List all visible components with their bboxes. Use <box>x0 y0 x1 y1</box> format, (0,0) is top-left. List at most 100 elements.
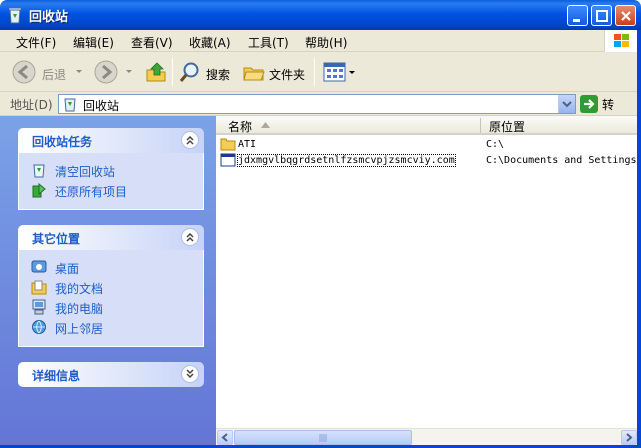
go-button[interactable]: 转到 <box>580 95 614 129</box>
file-original-location: C:\ <box>486 139 505 150</box>
grip-icon <box>319 434 327 442</box>
restore-icon <box>32 182 46 198</box>
window-title: 回收站 <box>29 10 69 25</box>
empty-recycle-bin-link[interactable]: 清空回收站 <box>31 162 191 180</box>
desktop-icon <box>31 260 47 273</box>
maximize-icon <box>596 10 608 22</box>
column-divider[interactable] <box>480 118 481 133</box>
place-label: 我的文档 <box>55 282 104 296</box>
toolbar-separator <box>314 58 315 86</box>
scroll-thumb[interactable] <box>234 430 412 445</box>
place-network-link[interactable]: 网上邻居 <box>31 319 171 337</box>
recycle-bin-tasks-header[interactable]: 回收站任务 <box>18 128 204 153</box>
details-header[interactable]: 详细信息 <box>18 362 204 387</box>
scroll-left-button[interactable] <box>217 430 233 445</box>
chevron-down-icon <box>186 369 194 379</box>
up-folder-icon <box>146 62 166 82</box>
computer-icon <box>32 299 46 315</box>
up-folder-button[interactable] <box>144 60 170 86</box>
recycle-bin-icon <box>64 98 76 112</box>
list-item[interactable]: jdxmgvlbqgrdsetnlfzsmcvpjzsmcviy.com C:\… <box>220 153 640 169</box>
collapse-button[interactable] <box>181 131 199 149</box>
panel-title: 详细信息 <box>32 369 81 383</box>
column-original-location[interactable]: 原位置 <box>489 118 525 135</box>
views-button[interactable] <box>322 60 356 86</box>
folder-icon <box>220 138 236 151</box>
chevron-left-icon <box>221 433 228 442</box>
task-label: 还原所有项目 <box>55 185 128 199</box>
title-bar[interactable]: 回收站 <box>0 0 641 30</box>
sort-ascending-icon <box>261 122 270 128</box>
recycle-bin-icon <box>8 7 22 24</box>
expand-button[interactable] <box>181 365 199 383</box>
menu-bar: 文件(F) 编辑(E) 查看(V) 收藏(A) 工具(T) 帮助(H) <box>0 30 641 52</box>
file-name: ATI <box>238 139 257 150</box>
chevron-down-icon <box>562 101 572 108</box>
task-pane: 回收站任务 清空回收站 还原所有项目 其它位置 桌面 我的文档 我的电脑 网上邻… <box>0 116 216 448</box>
file-list[interactable]: 名称 原位置 ATI C:\ jdxmgvlbqgrdsetnlfzsmcvpj… <box>216 116 641 448</box>
back-label: 后退 <box>42 68 67 82</box>
toolbar-separator <box>172 58 173 86</box>
scroll-right-button[interactable] <box>621 430 637 445</box>
windows-flag-icon <box>614 34 629 47</box>
column-name[interactable]: 名称 <box>228 118 252 135</box>
back-arrow-icon <box>12 60 36 84</box>
menu-tools[interactable]: 工具(T) <box>248 34 289 51</box>
views-icon <box>323 62 355 82</box>
minimize-icon <box>573 19 580 22</box>
forward-arrow-icon <box>94 60 118 84</box>
go-arrow-icon <box>580 95 598 113</box>
place-my-computer-link[interactable]: 我的电脑 <box>31 299 171 317</box>
panel-title: 其它位置 <box>32 232 81 246</box>
restore-all-items-link[interactable]: 还原所有项目 <box>31 182 191 200</box>
file-name: jdxmgvlbqgrdsetnlfzsmcvpjzsmcviy.com <box>237 154 456 167</box>
address-dropdown-button[interactable] <box>558 95 575 113</box>
place-my-documents-link[interactable]: 我的文档 <box>31 279 171 297</box>
address-input[interactable]: 回收站 <box>58 94 576 114</box>
place-label: 桌面 <box>55 262 80 276</box>
place-label: 网上邻居 <box>55 322 104 336</box>
recycle-bin-tasks-panel: 清空回收站 还原所有项目 <box>18 153 204 210</box>
column-headers: 名称 原位置 <box>216 116 641 135</box>
place-desktop-link[interactable]: 桌面 <box>31 259 171 277</box>
chevron-up-icon <box>186 135 194 145</box>
list-item[interactable]: ATI C:\ <box>220 137 640 153</box>
folders-label: 文件夹 <box>269 68 306 82</box>
close-button[interactable] <box>615 5 636 26</box>
search-icon <box>179 62 199 82</box>
window-frame <box>637 30 641 448</box>
network-icon <box>32 320 46 334</box>
toolbar: 后退 搜索 文件夹 <box>0 52 641 92</box>
forward-dropdown-icon <box>126 70 132 73</box>
back-button[interactable]: 后退 <box>12 60 82 86</box>
menu-favorites[interactable]: 收藏(A) <box>189 34 231 51</box>
panel-title: 回收站任务 <box>32 135 93 149</box>
task-label: 清空回收站 <box>55 165 116 179</box>
menu-edit[interactable]: 编辑(E) <box>73 34 114 51</box>
address-bar: 地址(D) 回收站 转到 <box>0 92 641 129</box>
menu-help[interactable]: 帮助(H) <box>305 34 347 51</box>
other-places-panel: 桌面 我的文档 我的电脑 网上邻居 <box>18 250 204 347</box>
address-label: 地址(D) <box>10 98 53 112</box>
chevron-right-icon <box>626 433 633 442</box>
other-places-header[interactable]: 其它位置 <box>18 225 204 250</box>
search-button[interactable]: 搜索 <box>178 60 236 86</box>
menu-file[interactable]: 文件(F) <box>16 34 56 51</box>
documents-folder-icon <box>31 280 47 295</box>
file-original-location: C:\Documents and Settings <box>486 155 637 166</box>
minimize-button[interactable] <box>567 5 588 26</box>
chevron-up-icon <box>186 232 194 242</box>
address-value: 回收站 <box>83 99 120 113</box>
search-label: 搜索 <box>206 68 231 82</box>
windows-logo <box>604 30 640 52</box>
close-icon <box>621 11 631 21</box>
menu-view[interactable]: 查看(V) <box>131 34 173 51</box>
maximize-button[interactable] <box>591 5 612 26</box>
place-label: 我的电脑 <box>55 302 104 316</box>
horizontal-scrollbar[interactable] <box>216 428 641 445</box>
folders-icon <box>243 67 265 81</box>
collapse-button[interactable] <box>181 228 199 246</box>
forward-button[interactable] <box>94 60 134 86</box>
folders-button[interactable]: 文件夹 <box>242 60 308 86</box>
empty-bin-icon <box>33 164 45 178</box>
